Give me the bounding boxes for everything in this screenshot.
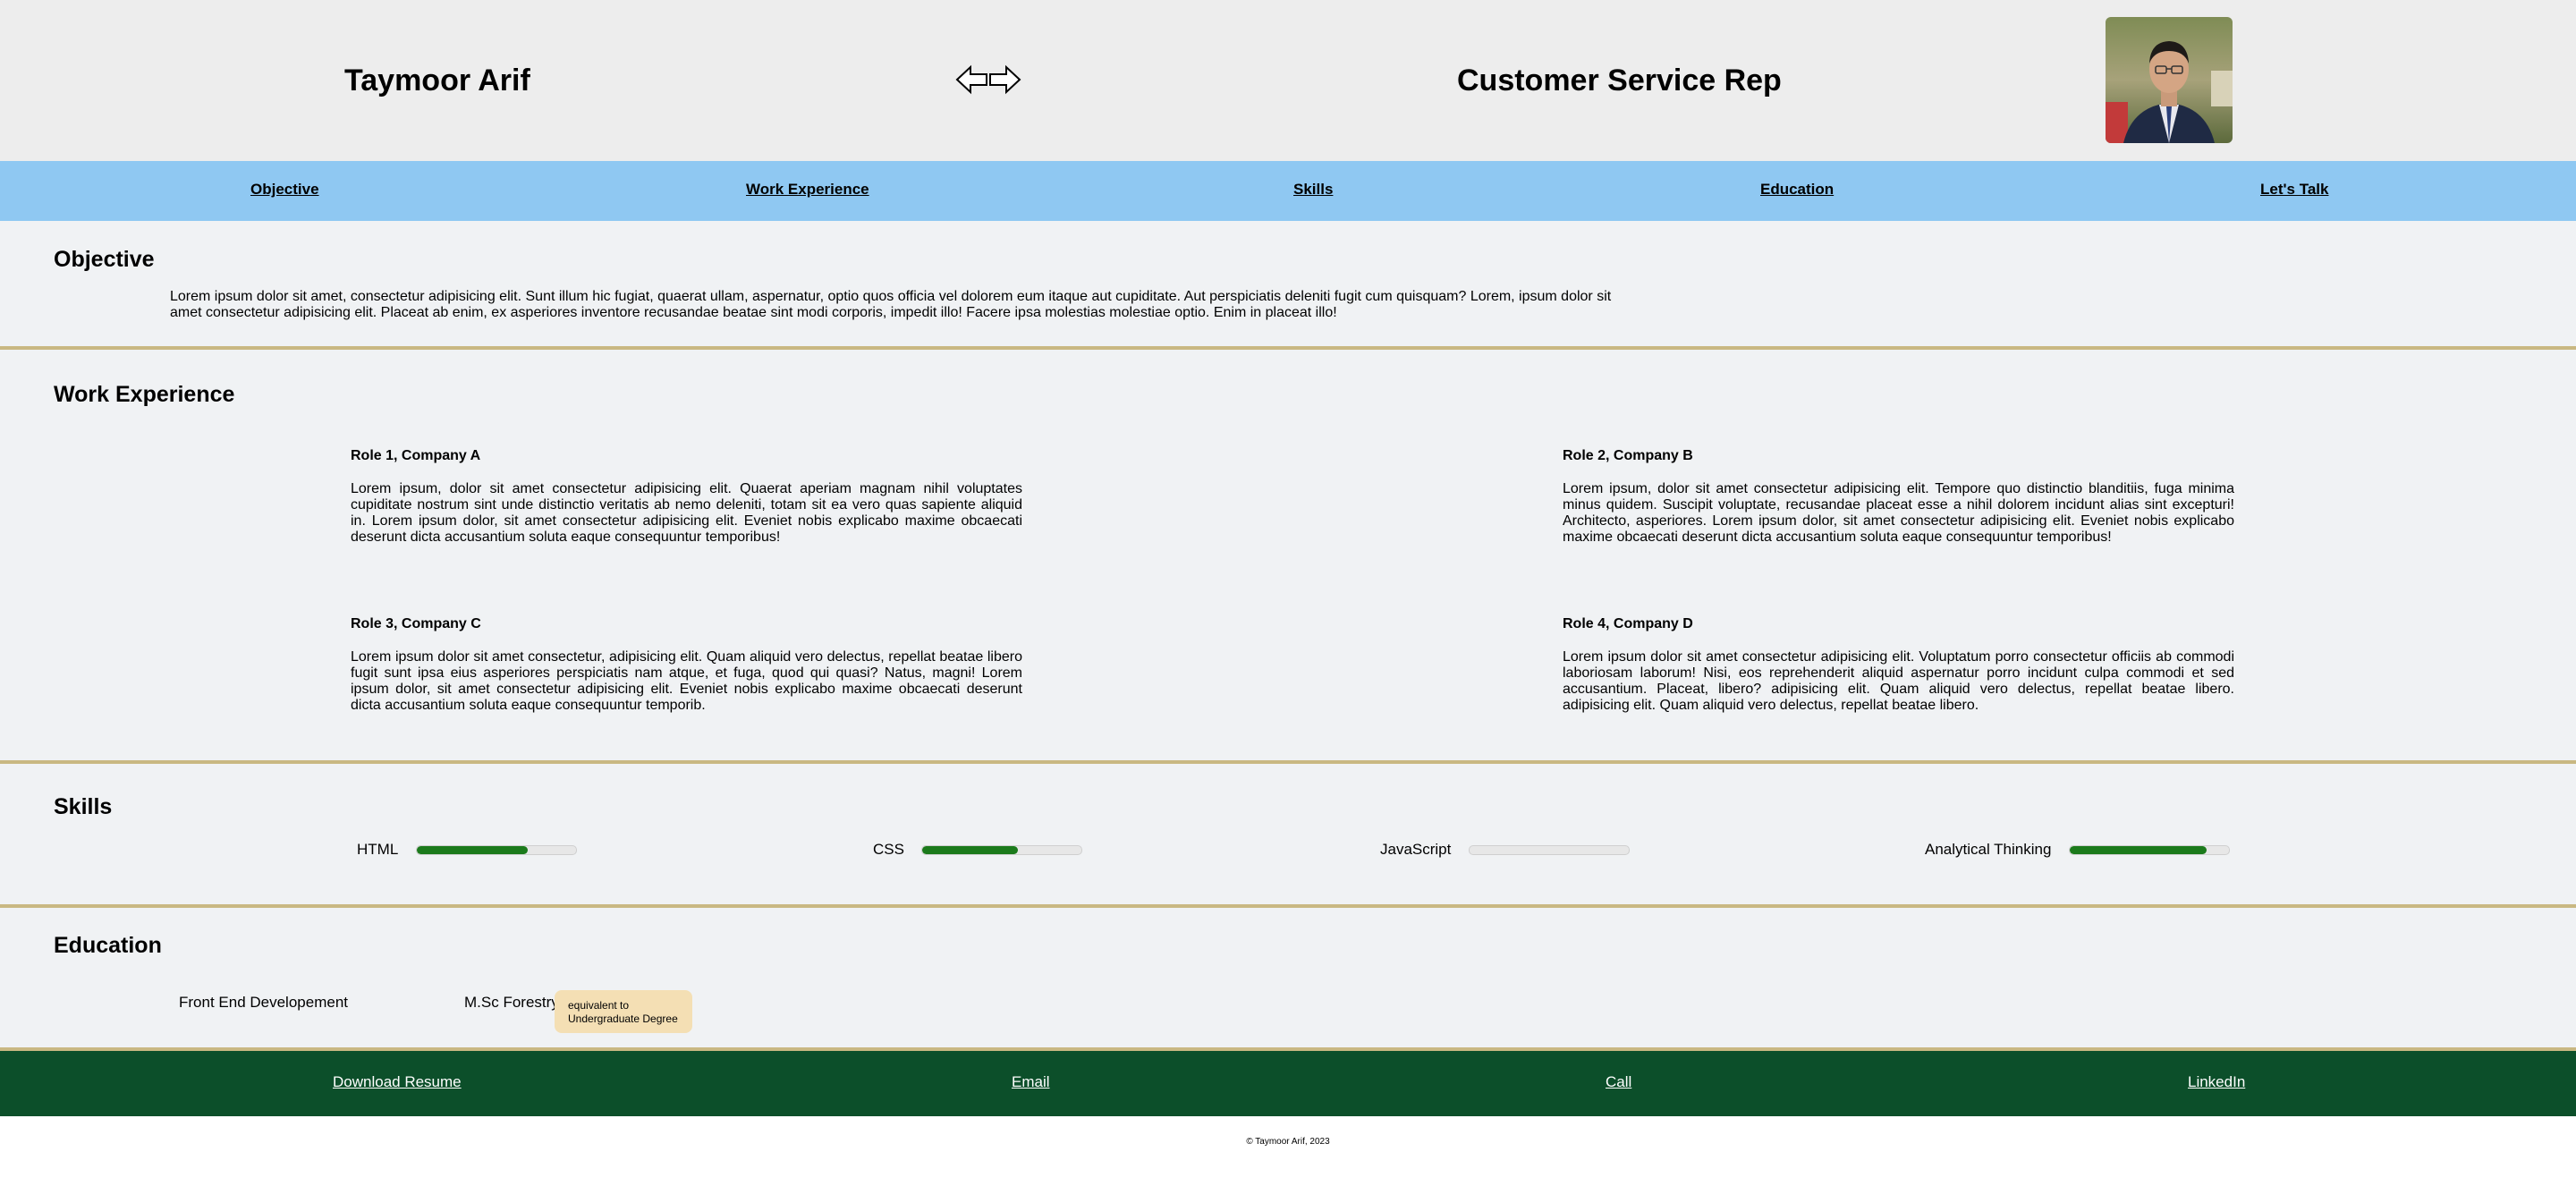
job-description: Lorem ipsum, dolor sit amet consectetur … — [1563, 481, 2234, 545]
education-heading: Education — [54, 933, 162, 958]
skill-progress-bar — [2068, 844, 2230, 855]
skill-label: Analytical Thinking — [1925, 841, 2052, 858]
skill-progress-fill — [922, 845, 1019, 854]
skill-item: Analytical Thinking — [1925, 841, 2230, 859]
skill-label: JavaScript — [1380, 841, 1452, 858]
contact-footer: Download Resume Email Call LinkedIn — [0, 1051, 2576, 1116]
job-title: Customer Service Rep — [1457, 64, 1782, 97]
job-title: Role 3, Company C — [351, 616, 481, 631]
skill-progress-bar — [415, 844, 577, 855]
education-section: Education Front End Developement M.Sc Fo… — [0, 908, 2576, 1051]
skill-progress-bar — [921, 844, 1083, 855]
skills-section: Skills HTML CSS JavaScript Analytical Th… — [0, 764, 2576, 908]
education-item[interactable]: M.Sc Forestry — [464, 994, 559, 1012]
work-experience-section: Work Experience Role 1, Company A Lorem … — [0, 350, 2576, 764]
objective-heading: Objective — [54, 247, 155, 272]
page-header: Taymoor Arif Customer Service Rep — [0, 0, 2576, 161]
skill-item: HTML — [357, 841, 577, 859]
skill-progress-fill — [416, 845, 529, 854]
nav-link-education[interactable]: Education — [1760, 181, 1834, 199]
skills-heading: Skills — [54, 794, 113, 819]
job-description: Lorem ipsum, dolor sit amet consectetur … — [351, 481, 1022, 545]
main-nav: Objective Work Experience Skills Educati… — [0, 161, 2576, 221]
skill-progress-bar — [1468, 844, 1630, 855]
objective-section: Objective Lorem ipsum dolor sit amet, co… — [0, 221, 2576, 350]
skill-label: CSS — [873, 841, 904, 858]
skill-item: CSS — [873, 841, 1083, 859]
job-card: Role 2, Company B Lorem ipsum, dolor sit… — [1563, 447, 2234, 546]
skill-item: JavaScript — [1380, 841, 1630, 859]
objective-text: Lorem ipsum dolor sit amet, consectetur … — [170, 289, 1612, 320]
job-title: Role 2, Company B — [1563, 448, 1693, 463]
arrows-left-right-icon[interactable] — [955, 64, 1021, 95]
job-description: Lorem ipsum dolor sit amet consectetur, … — [351, 649, 1022, 713]
avatar — [2106, 17, 2233, 143]
education-tooltip: equivalent to Undergraduate Degree — [555, 990, 692, 1033]
job-description: Lorem ipsum dolor sit amet consectetur a… — [1563, 649, 2234, 713]
education-item: Front End Developement — [179, 994, 348, 1011]
nav-link-lets-talk[interactable]: Let's Talk — [2260, 181, 2328, 199]
job-card: Role 3, Company C Lorem ipsum dolor sit … — [351, 615, 1022, 714]
call-link[interactable]: Call — [1606, 1073, 1631, 1091]
skill-progress-fill — [2069, 845, 2207, 854]
skill-label: HTML — [357, 841, 399, 858]
nav-link-work-experience[interactable]: Work Experience — [746, 181, 869, 199]
linkedin-link[interactable]: LinkedIn — [2188, 1073, 2245, 1091]
nav-link-skills[interactable]: Skills — [1293, 181, 1333, 199]
person-name: Taymoor Arif — [344, 64, 530, 97]
download-resume-link[interactable]: Download Resume — [333, 1073, 462, 1091]
job-card: Role 4, Company D Lorem ipsum dolor sit … — [1563, 615, 2234, 714]
job-card: Role 1, Company A Lorem ipsum, dolor sit… — [351, 447, 1022, 546]
job-title: Role 4, Company D — [1563, 616, 1693, 631]
email-link[interactable]: Email — [1012, 1073, 1050, 1091]
copyright-text: © Taymoor Arif, 2023 — [1246, 1137, 1330, 1147]
work-experience-heading: Work Experience — [54, 382, 235, 407]
nav-link-objective[interactable]: Objective — [250, 181, 319, 199]
job-title: Role 1, Company A — [351, 448, 481, 463]
